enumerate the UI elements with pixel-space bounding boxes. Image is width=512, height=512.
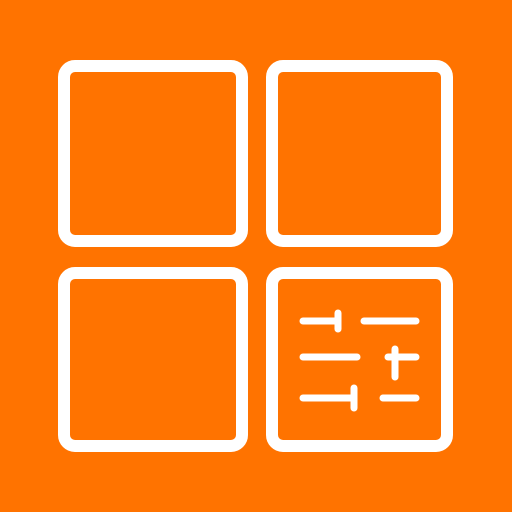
app-grid-settings-icon (0, 0, 512, 512)
icon-background (0, 0, 512, 512)
